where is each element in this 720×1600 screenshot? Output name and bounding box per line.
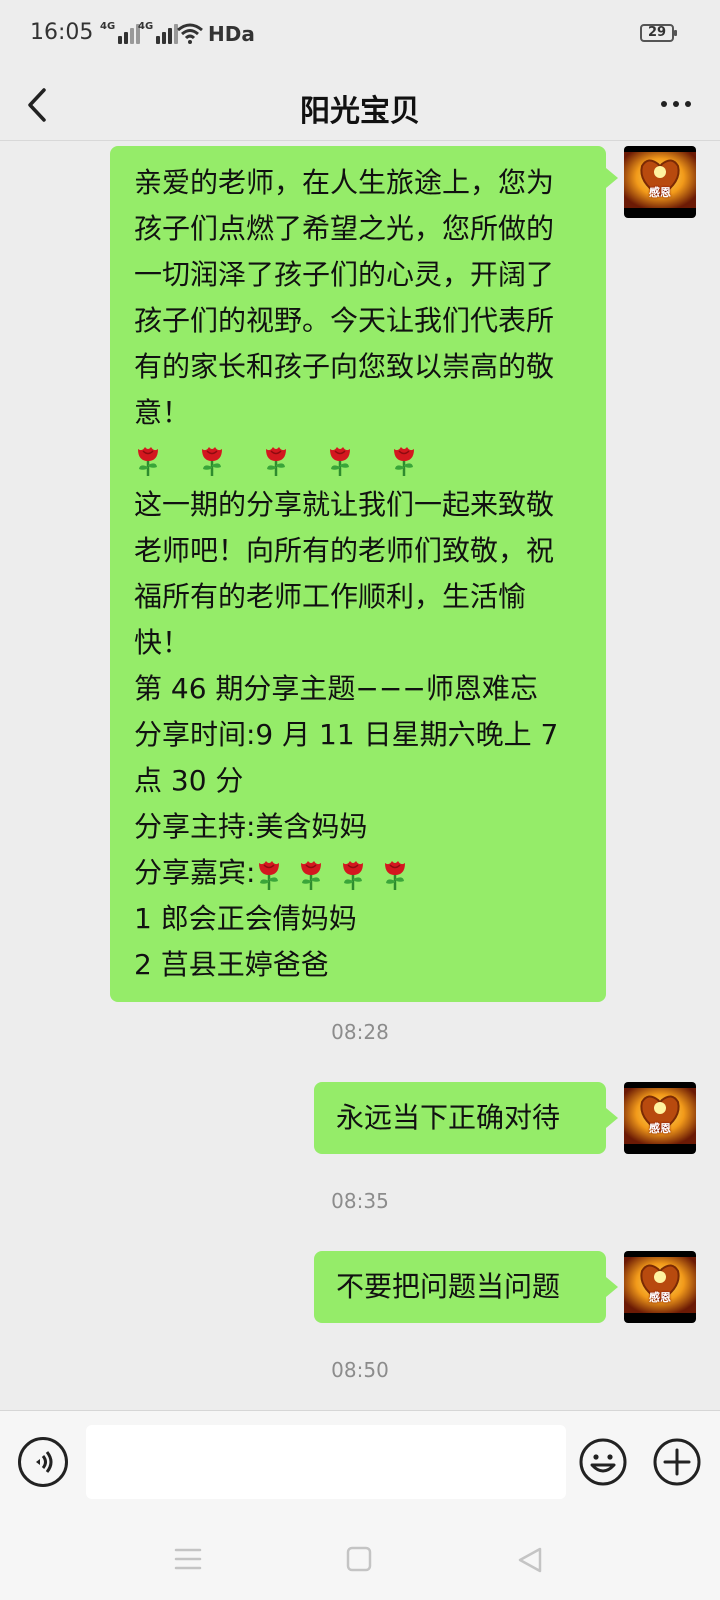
avatar[interactable]: 感恩 [624,146,696,218]
message-bubble[interactable]: 不要把问题当问题 [314,1251,618,1323]
rose-emoji-icon [262,443,290,477]
home-square-icon[interactable] [346,1546,372,1572]
back-triangle-icon[interactable] [516,1546,544,1574]
timestamp: 08:50 [331,1358,389,1382]
voice-button[interactable] [18,1437,68,1487]
status-time: 16:05 [30,20,94,45]
rose-emoji-icon [255,857,283,891]
wifi-icon [177,23,203,44]
battery-icon: 29 [640,24,677,42]
rose-emoji-icon [339,857,367,891]
message-text-line: 意！ [134,396,191,429]
message-text-line: 点 30 分 [134,764,244,797]
message-text-line: 有的家长和孩子向您致以崇高的敬 [134,350,555,383]
more-dots-icon [661,101,667,107]
input-bar [0,1410,720,1523]
rose-emoji-row [134,436,586,482]
avatar-caption: 感恩 [649,186,671,199]
message-text-line: 分享主持:美含妈妈 [134,810,368,843]
rose-emoji-icon [381,857,409,891]
chat-header: 阳光宝贝 [0,72,720,140]
message-text-line: 第 46 期分享主题−−−师恩难忘 [134,672,538,705]
message-text-line: 福所有的老师工作顺利，生活愉 [134,580,527,613]
status-bar: 16:05 4G 4G HDa 29 [0,0,720,72]
timestamp: 08:28 [331,1020,389,1044]
header-divider [0,140,720,141]
plus-icon[interactable] [652,1437,702,1487]
message-text-line: 分享时间:9 月 11 日星期六晚上 7 [134,718,559,751]
message-text-line: 孩子们点燃了希望之光，您所做的 [134,212,555,245]
message-text-line: 一切润泽了孩子们的心灵，开阔了 [134,258,555,291]
avatar-caption: 感恩 [649,1291,671,1304]
message-text-line: 这一期的分享就让我们一起来致敬 [134,488,555,521]
rose-emoji-icon [326,443,354,477]
chat-title: 阳光宝贝 [300,94,420,129]
avatar[interactable]: 感恩 [624,1082,696,1154]
signal-strength-icon: 4G [100,21,141,44]
rose-emoji-icon [134,443,162,477]
avatar[interactable]: 感恩 [624,1251,696,1323]
signal-strength-icon-2: 4G [138,21,179,44]
heart-hands-avatar-icon [624,1082,696,1154]
message-text-line: 老师吧！向所有的老师们致敬，祝 [134,534,555,567]
menu-icon[interactable] [174,1546,202,1572]
message-text-line: 快！ [134,626,191,659]
network-type-label: 4G [100,21,116,32]
rose-emoji-icon [297,857,325,891]
heart-hands-avatar-icon [624,1251,696,1323]
battery-level: 29 [647,25,667,40]
message-text-line: 亲爱的老师，在人生旅途上，您为 [134,166,555,199]
heart-hands-avatar-icon [624,146,696,218]
more-button[interactable] [652,82,700,126]
timestamp: 08:35 [331,1189,389,1213]
voice-icon [36,1451,53,1473]
message-bubble[interactable]: 永远当下正确对待 [314,1082,618,1154]
message-input[interactable] [86,1425,566,1499]
message-text-line: 2 莒县王婷爸爸 [134,948,329,981]
network-type-label-2: 4G [138,21,154,32]
rose-emoji-icon [390,443,418,477]
emoji-icon[interactable] [578,1437,628,1487]
message-text-line: 1 郎会正会倩妈妈 [134,902,357,935]
message-text-line: 孩子们的视野。今天让我们代表所 [134,304,555,337]
message-bubble[interactable]: 亲爱的老师，在人生旅途上，您为 孩子们点燃了希望之光，您所做的 一切润泽了孩子们的心… [110,146,618,1002]
hd-indicator: HDa [208,22,255,46]
system-nav-bar [0,1522,720,1600]
message-text-line: 分享嘉宾: [134,850,586,896]
rose-emoji-icon [198,443,226,477]
avatar-caption: 感恩 [649,1122,671,1135]
